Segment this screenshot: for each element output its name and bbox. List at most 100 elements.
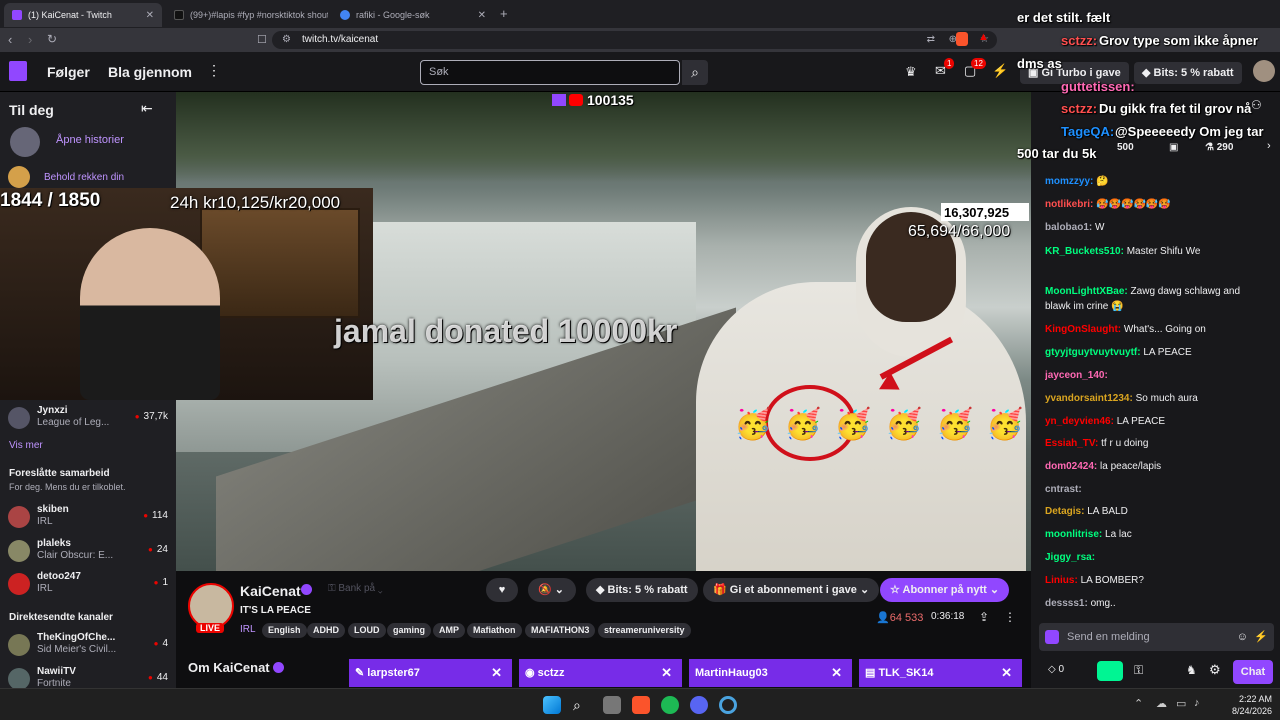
chat-username[interactable]: KingOnSlaught: (1045, 324, 1121, 335)
popout-chat-larpster67[interactable]: ✎ larpster67 ✕ (349, 659, 512, 687)
popout-chat-tlk-sk14[interactable]: ▤ TLK_SK14 ✕ (859, 659, 1022, 687)
browser-tab-tiktok[interactable]: (99+)#lapis #fyp #norsktiktok shout ✕ (166, 3, 328, 27)
close-icon[interactable]: ✕ (1001, 659, 1012, 687)
notifications-off-button[interactable]: 🔕 ⌄ (528, 578, 576, 602)
windows-start-icon[interactable] (543, 696, 561, 714)
sidebar-item-thekingofche[interactable]: TheKingOfChe... Sid Meier's Civil... 4 (8, 632, 168, 662)
sidebar-item-skiben[interactable]: skiben IRL 114 (8, 504, 168, 534)
brave-shield-icon[interactable] (956, 32, 968, 46)
system-clock[interactable]: 2:22 AM 8/24/2026 (1232, 693, 1272, 717)
chat-username[interactable]: jayceon_140: (1045, 370, 1108, 381)
tag-streameruniversity[interactable]: streameruniversity (598, 623, 691, 638)
chat-username[interactable]: Detagis: (1045, 506, 1084, 517)
file-explorer-icon[interactable] (603, 696, 621, 714)
tag-mafiathon3[interactable]: MAFIATHON3 (525, 623, 596, 638)
alert-icon[interactable]: ▲ (978, 31, 989, 43)
app-icon[interactable] (719, 696, 737, 714)
popout-chat-martinhaug03[interactable]: MartinHaug03 ✕ (689, 659, 852, 687)
chat-username[interactable]: yvandorsaint1234: (1045, 393, 1133, 404)
gift-sub-button[interactable]: 🎁 Gi et abonnement i gave ⌄ (703, 578, 880, 602)
chat-username[interactable]: dom02424: (1045, 461, 1097, 472)
sidebar-item-plaleks[interactable]: plaleks Clair Obscur: E... 24 (8, 538, 168, 568)
collapse-sidebar-icon[interactable]: ⇤ (141, 100, 153, 117)
sidebar-stories[interactable]: Åpne historier (8, 126, 168, 157)
browser-tab-google[interactable]: rafiki - Google-søk ✕ (332, 3, 494, 27)
chat-username[interactable]: gtyyjtguytvuytvuytf: (1045, 347, 1141, 358)
browser-tab-twitch[interactable]: (1) KaiCenat - Twitch ✕ (4, 3, 162, 27)
emote-icon[interactable]: ☺ (1237, 623, 1248, 651)
back-icon[interactable]: ‹ (8, 32, 12, 47)
close-icon[interactable]: ✕ (831, 659, 842, 687)
popout-chat-sctzz[interactable]: ◉ sctzz ✕ (519, 659, 682, 687)
bits-discount-button[interactable]: ◆ Bits: 5 % rabatt (586, 578, 698, 602)
stream-category[interactable]: IRL (240, 624, 256, 635)
gift-icon[interactable] (1097, 661, 1123, 681)
spotify-icon[interactable] (661, 696, 679, 714)
close-icon[interactable]: ✕ (491, 659, 502, 687)
resubscribe-button[interactable]: ☆ Abonner på nytt ⌄ (880, 578, 1010, 602)
crown-icon[interactable]: ♛ (905, 64, 917, 80)
chevron-right-icon[interactable]: › (1267, 140, 1271, 152)
forward-icon[interactable]: › (28, 32, 32, 47)
bits-discount-button[interactable]: ◆ Bits: 5 % rabatt (1134, 62, 1242, 84)
reload-icon[interactable]: ↻ (47, 32, 57, 46)
more-icon[interactable]: ⋮ (1004, 610, 1016, 624)
channel-points[interactable]: ◇ 0 (1048, 664, 1064, 675)
network-icon[interactable]: ▭ (1176, 697, 1186, 710)
gear-icon[interactable]: ⚙ (1209, 662, 1221, 678)
share-icon[interactable]: ⇪ (979, 610, 989, 624)
badge-icon[interactable] (1045, 630, 1059, 644)
tag-amp[interactable]: AMP (433, 623, 465, 638)
close-icon[interactable]: ✕ (661, 659, 672, 687)
search-icon[interactable]: ⌕ (682, 60, 708, 85)
bank-button[interactable]: ⚿ Bank på ⌄ (328, 583, 383, 594)
chat-username[interactable]: notlikebri: (1045, 199, 1093, 210)
tag-mafiathon[interactable]: Mafiathon (467, 623, 522, 638)
sidebar-item-jynxzi[interactable]: Jynxzi League of Leg... 37,7k (8, 405, 168, 435)
close-icon[interactable]: ✕ (140, 10, 154, 21)
volume-icon[interactable]: ♪ (1194, 697, 1200, 709)
close-icon[interactable]: ✕ (472, 10, 486, 21)
bookmark-icon[interactable]: ☐ (257, 33, 267, 46)
prime-icon[interactable]: ⚡ (992, 63, 1008, 79)
chat-username[interactable]: MoonLighttXBae: (1045, 286, 1128, 297)
twitch-logo-icon[interactable] (9, 61, 27, 81)
chat-username[interactable]: balobao1: (1045, 222, 1092, 233)
tag-gaming[interactable]: gaming (387, 623, 432, 638)
chat-username[interactable]: Essiah_TV: (1045, 438, 1098, 449)
chat-username[interactable]: Linius: (1045, 575, 1078, 586)
show-more-link[interactable]: Vis mer (9, 440, 43, 451)
chat-username[interactable]: yn_deyvien46: (1045, 416, 1114, 427)
avatar[interactable] (1253, 60, 1275, 82)
sidebar-item-detoo247[interactable]: detoo247 IRL 1 (8, 571, 168, 601)
plus-icon[interactable]: + (500, 6, 508, 21)
chat-input[interactable]: Send en melding ☺ ⚡ (1039, 623, 1274, 651)
follow-heart-icon[interactable]: ♥ (486, 578, 518, 602)
chat-send-button[interactable]: Chat (1233, 660, 1273, 684)
more-icon[interactable]: ⋮ (207, 62, 221, 79)
search-icon[interactable]: ⌕ (573, 696, 591, 714)
cloud-icon[interactable]: ☁ (1156, 697, 1167, 710)
nav-following[interactable]: Følger (47, 64, 90, 80)
gamepad-icon[interactable]: ♞ (1186, 663, 1197, 677)
url-field[interactable]: ⚙ twitch.tv/kaicenat ⇄ ⊕ ☆ (272, 31, 997, 49)
stories-link[interactable]: Åpne historier (56, 134, 124, 146)
chat-username[interactable]: momzzyy: (1045, 176, 1093, 187)
chat-username[interactable]: KR_Buckets510: (1045, 246, 1124, 257)
nav-browse[interactable]: Bla gjennom (108, 64, 192, 80)
translate-icon[interactable]: ⇄ (927, 31, 935, 49)
treasure-icon[interactable]: ⚿ (1134, 663, 1143, 678)
streak-link[interactable]: Behold rekken din (44, 172, 124, 183)
chat-username[interactable]: cntrast: (1045, 484, 1082, 495)
chat-username[interactable]: moonlitrise: (1045, 529, 1102, 540)
site-info-icon[interactable]: ⚙ (282, 31, 291, 49)
prime-icon[interactable]: ⚡ (1254, 623, 1268, 651)
brave-browser-icon[interactable] (632, 696, 650, 714)
tag-english[interactable]: English (262, 623, 307, 638)
chat-username[interactable]: dessss1: (1045, 598, 1088, 609)
users-icon[interactable]: ⚇ (1251, 98, 1262, 112)
discord-icon[interactable] (690, 696, 708, 714)
chat-username[interactable]: Jiggy_rsa: (1045, 552, 1095, 563)
chevron-up-icon[interactable]: ⌃ (1134, 697, 1143, 710)
tag-adhd[interactable]: ADHD (307, 623, 345, 638)
